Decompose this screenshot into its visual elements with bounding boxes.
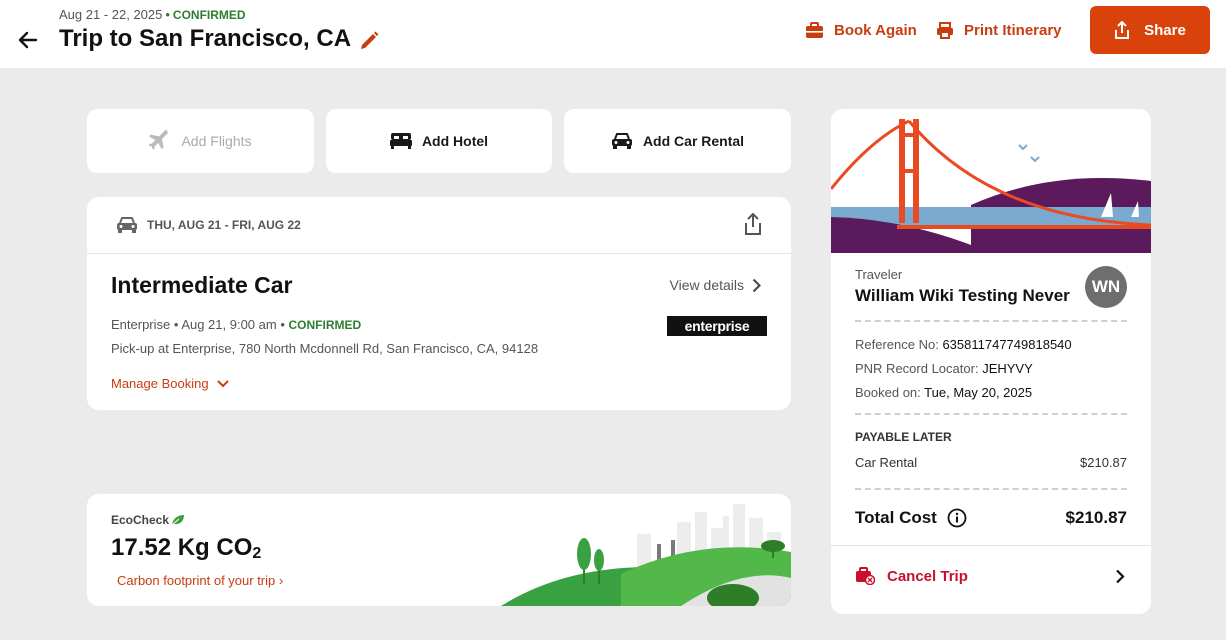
pnr-row: PNR Record Locator: JEHYVY	[855, 361, 1033, 376]
airplane-icon	[149, 130, 169, 150]
pencil-icon	[361, 31, 379, 49]
eco-landscape-illustration	[501, 504, 791, 606]
carbon-footprint-link[interactable]: Carbon footprint of your trip ›	[117, 573, 283, 588]
cancel-trip-content: Cancel Trip	[855, 567, 968, 585]
golden-gate-illustration	[831, 109, 1151, 253]
co2-value: 17.52 Kg CO2	[111, 534, 261, 563]
reference-label: Reference No:	[855, 337, 939, 352]
add-hotel-label: Add Hotel	[421, 133, 489, 149]
divider-dashed	[855, 413, 1127, 415]
book-again-button[interactable]: Book Again	[805, 19, 917, 41]
book-again-label: Book Again	[834, 21, 917, 39]
share-button[interactable]: Share	[1090, 6, 1210, 54]
traveler-label: Traveler	[855, 267, 903, 282]
manage-booking-button[interactable]: Manage Booking	[111, 376, 229, 391]
chevron-down-icon	[216, 379, 229, 387]
pnr-value: JEHYVY	[982, 361, 1033, 376]
print-itinerary-button[interactable]: Print Itinerary	[936, 19, 1062, 41]
view-details-label: View details	[669, 277, 744, 293]
back-button[interactable]	[14, 26, 42, 54]
total-cost-label-wrap: Total Cost	[855, 508, 967, 528]
cancel-trip-button[interactable]: Cancel Trip	[855, 567, 1125, 585]
car-rental-dates: THU, AUG 21 - FRI, AUG 22	[147, 218, 301, 232]
divider-dashed	[855, 320, 1127, 322]
car-name: Intermediate Car	[111, 272, 293, 298]
line-item-label: Car Rental	[855, 455, 918, 470]
total-cost-value: $210.87	[1065, 508, 1127, 527]
reference-value: 635811747749818540	[942, 337, 1072, 352]
car-vendor: Enterprise	[111, 317, 171, 332]
separator-dot: •	[165, 7, 170, 22]
car-pickup-time: Aug 21, 9:00 am	[181, 317, 277, 332]
ecocheck-card: EcoCheck 17.52 Kg CO2 Carbon footprint o…	[87, 494, 791, 606]
edit-title-button[interactable]	[357, 29, 381, 53]
add-car-rental-label: Add Car Rental	[642, 133, 745, 149]
enterprise-logo-text: enterprise	[684, 318, 750, 334]
pnr-label: PNR Record Locator:	[855, 361, 979, 376]
booked-on-value: Tue, May 20, 2025	[924, 385, 1033, 400]
booked-on-label: Booked on:	[855, 385, 921, 400]
print-itinerary-label: Print Itinerary	[964, 21, 1062, 39]
add-flights-label: Add Flights	[181, 133, 252, 149]
cancel-trip-label: Cancel Trip	[887, 567, 968, 585]
line-item-value: $210.87	[1080, 455, 1127, 470]
view-details-link[interactable]: View details	[670, 277, 761, 293]
car-icon	[117, 217, 137, 233]
add-car-rental-button[interactable]: Add Car Rental	[564, 109, 791, 173]
divider-dashed	[855, 488, 1127, 490]
car-meta: Enterprise • Aug 21, 9:00 am • CONFIRMED	[111, 317, 362, 332]
car-pickup-address: Pick-up at Enterprise, 780 North Mcdonne…	[111, 341, 539, 356]
avatar: WN	[1085, 266, 1127, 308]
total-cost-label: Total Cost	[855, 508, 937, 527]
payable-later-heading: PAYABLE LATER	[855, 430, 952, 444]
trip-status: CONFIRMED	[172, 8, 246, 22]
chevron-right-icon	[1116, 569, 1125, 583]
add-hotel-button[interactable]: Add Hotel	[326, 109, 552, 173]
add-flights-button[interactable]: Add Flights	[87, 109, 314, 173]
printer-icon	[937, 21, 953, 39]
car-status: CONFIRMED	[288, 318, 362, 332]
traveler-name: William Wiki Testing Never	[855, 286, 1070, 305]
briefcase-icon	[806, 21, 823, 38]
ecocheck-title: EcoCheck	[111, 513, 170, 527]
car-share-button[interactable]	[743, 212, 763, 240]
car-rental-card: THU, AUG 21 - FRI, AUG 22 Intermediate C…	[87, 197, 791, 410]
car-icon	[611, 133, 632, 149]
ecocheck-label: EcoCheck	[111, 513, 185, 527]
co2-value-text: 17.52 Kg CO	[111, 534, 253, 561]
arrow-left-icon	[18, 31, 38, 49]
co2-subscript: 2	[252, 545, 262, 562]
page-header: Aug 21 - 22, 2025 • CONFIRMED Trip to San …	[0, 0, 1226, 68]
share-icon	[745, 212, 761, 235]
trip-dates-line: Aug 21 - 22, 2025 • CONFIRMED	[59, 7, 246, 22]
booked-on-row: Booked on: Tue, May 20, 2025	[855, 385, 1032, 400]
bed-icon	[389, 133, 412, 149]
leaf-icon	[171, 515, 185, 526]
car-card-header: THU, AUG 21 - FRI, AUG 22	[87, 197, 791, 254]
info-icon[interactable]	[947, 508, 967, 528]
share-label: Share	[1144, 21, 1186, 39]
chevron-right-icon	[752, 278, 761, 292]
briefcase-cancel-icon	[856, 567, 875, 585]
share-icon	[1115, 21, 1130, 39]
manage-booking-label: Manage Booking	[111, 376, 209, 391]
trip-summary-card: Traveler William Wiki Testing Never WN R…	[831, 109, 1151, 614]
line-item-car-rental: Car Rental $210.87	[855, 455, 1127, 470]
enterprise-logo: enterprise	[667, 316, 767, 336]
reference-row: Reference No: 635811747749818540	[855, 337, 1072, 352]
page-title: Trip to San Francisco, CA	[59, 25, 352, 52]
trip-dates: Aug 21 - 22, 2025	[59, 7, 163, 22]
divider	[831, 545, 1151, 546]
total-cost-row: Total Cost $210.87	[855, 508, 1127, 528]
